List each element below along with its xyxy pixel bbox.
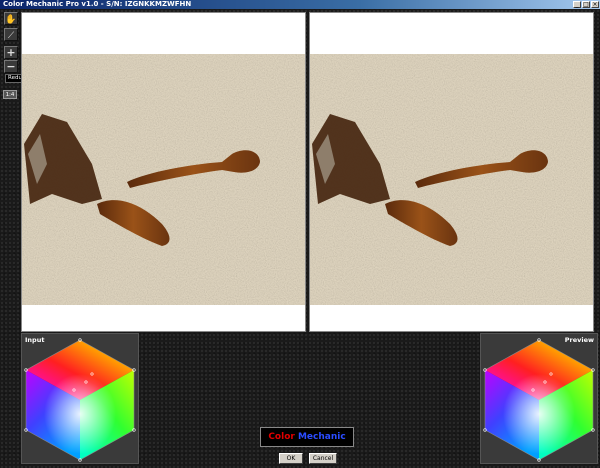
preview-color-cube[interactable] xyxy=(481,334,597,463)
preview-cube-label: Preview xyxy=(564,336,594,344)
preview-image-panel[interactable] xyxy=(309,12,594,332)
close-button[interactable]: × xyxy=(591,1,599,8)
minimize-button[interactable]: _ xyxy=(573,1,581,8)
hand-icon: ✋ xyxy=(5,15,17,25)
window-title: Color Mechanic Pro v1.0 - S/N: IZGNKKMZW… xyxy=(3,0,192,8)
preview-image xyxy=(310,54,593,305)
input-image-panel[interactable] xyxy=(21,12,306,332)
preview-color-cube-panel[interactable]: Preview xyxy=(480,333,598,464)
maximize-button[interactable]: □ xyxy=(582,1,590,8)
eyedropper-icon: ⟋ xyxy=(7,31,15,41)
logo-word-color: Color xyxy=(268,432,295,442)
title-bar: Color Mechanic Pro v1.0 - S/N: IZGNKKMZW… xyxy=(0,0,600,9)
input-color-cube-panel[interactable]: Input xyxy=(21,333,139,464)
ok-button[interactable]: OK xyxy=(279,453,303,464)
zoom-in-button[interactable]: + xyxy=(4,46,18,59)
input-image xyxy=(22,54,305,305)
input-cube-label: Input xyxy=(25,336,45,344)
cancel-button[interactable]: Cancel xyxy=(309,453,337,464)
zoom-out-button[interactable]: − xyxy=(4,60,18,73)
input-color-cube[interactable] xyxy=(22,334,138,463)
color-mechanic-logo: Color Mechanic xyxy=(260,427,354,447)
zoom-level: 1:4 xyxy=(3,90,17,99)
hand-tool-button[interactable]: ✋ xyxy=(4,12,18,25)
minus-icon: − xyxy=(6,60,16,73)
logo-word-mechanic: Mechanic xyxy=(297,432,346,442)
eyedropper-tool-button[interactable]: ⟋ xyxy=(4,28,18,41)
plus-icon: + xyxy=(6,46,16,59)
